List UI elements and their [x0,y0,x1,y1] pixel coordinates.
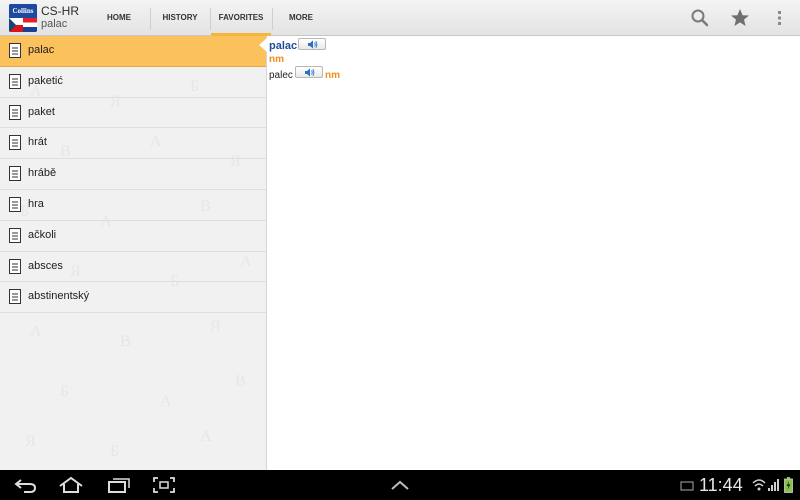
document-icon [9,166,21,182]
app-window: Collins CS-HR palac HOME HISTORY FAVORIT… [0,0,800,500]
speaker-icon [308,40,318,49]
document-icon [9,135,21,151]
entry-pane: palac nm palec nm [268,36,800,470]
document-icon [9,104,21,120]
list-item-label: hrát [28,136,47,149]
document-icon [9,289,21,305]
back-icon[interactable] [12,475,40,495]
czech-flag-icon [9,18,23,32]
list-item[interactable]: paketić [0,67,266,98]
speaker-icon [305,68,315,77]
star-icon[interactable] [728,6,752,30]
list-item[interactable]: hrábě [0,159,266,190]
list-item-label: hra [28,197,44,210]
list-item[interactable]: ačkoli [0,221,266,252]
document-icon [9,258,21,274]
pronunciation-button[interactable] [298,38,326,50]
notification-icon[interactable] [680,477,694,493]
screenshot-icon[interactable] [150,475,178,495]
selection-pointer [259,38,267,52]
wifi-icon [752,477,766,493]
list-item[interactable]: palac [0,36,266,67]
svg-text:В: В [235,373,246,390]
svg-text:А: А [160,393,172,410]
battery-charging-icon [784,477,793,493]
document-icon [9,73,21,89]
translation-part-of-speech: nm [325,70,340,81]
clock: 11:44 [699,475,743,495]
document-icon [9,227,21,243]
app-logo[interactable]: Collins [9,4,37,32]
list-item[interactable]: hrát [0,128,266,160]
list-item-label: paket [28,105,55,118]
document-icon [9,196,21,212]
overflow-menu-icon[interactable] [768,6,792,30]
svg-text:Б: Б [110,443,119,460]
list-item[interactable]: absces [0,252,266,283]
signal-icon [768,477,780,493]
svg-text:В: В [120,333,131,350]
part-of-speech: nm [269,54,284,65]
tab-more[interactable]: MORE [276,0,326,36]
list-item-label: hrábě [28,167,57,180]
svg-text:А: А [200,428,212,445]
tab-home[interactable]: HOME [97,0,141,36]
translation-pronunciation-button[interactable] [295,66,323,78]
svg-text:А: А [30,323,42,340]
action-bar: Collins CS-HR palac HOME HISTORY FAVORIT… [0,0,800,36]
list-item[interactable]: hra [0,190,266,221]
list-item-label: absces [28,259,63,272]
croatian-flag-icon [23,18,37,32]
tab-favorites[interactable]: FAVORITES [211,0,271,36]
list-item-label: abstinentský [28,290,90,303]
word-list: АЯБ ВАЯ БАВ ЯБА АВЯ БАВ ЯБА palac paketi… [0,36,267,470]
system-navigation-bar: 11:44 [0,470,800,500]
app-subtitle: palac [41,18,68,30]
document-icon [9,43,21,58]
tab-history[interactable]: HISTORY [152,0,208,36]
headword: palac [269,40,298,52]
app-title: CS-HR [41,4,79,18]
svg-text:Б: Б [60,383,69,400]
list-item-label: palac [28,44,55,56]
svg-text:Я: Я [210,318,221,335]
list-item[interactable]: abstinentský [0,282,266,314]
tab-divider [272,8,273,30]
logo-text: Collins [9,4,37,18]
list-item-label: paketić [28,74,63,87]
tab-divider [150,8,151,30]
list-item-label: ačkoli [28,228,57,241]
recent-apps-icon[interactable] [104,475,132,495]
home-icon[interactable] [57,475,85,495]
chevron-up-icon[interactable] [386,475,414,495]
list-item[interactable]: paket [0,98,266,129]
search-icon[interactable] [688,6,712,30]
svg-text:Я: Я [25,433,36,450]
translation: palec [269,70,293,81]
